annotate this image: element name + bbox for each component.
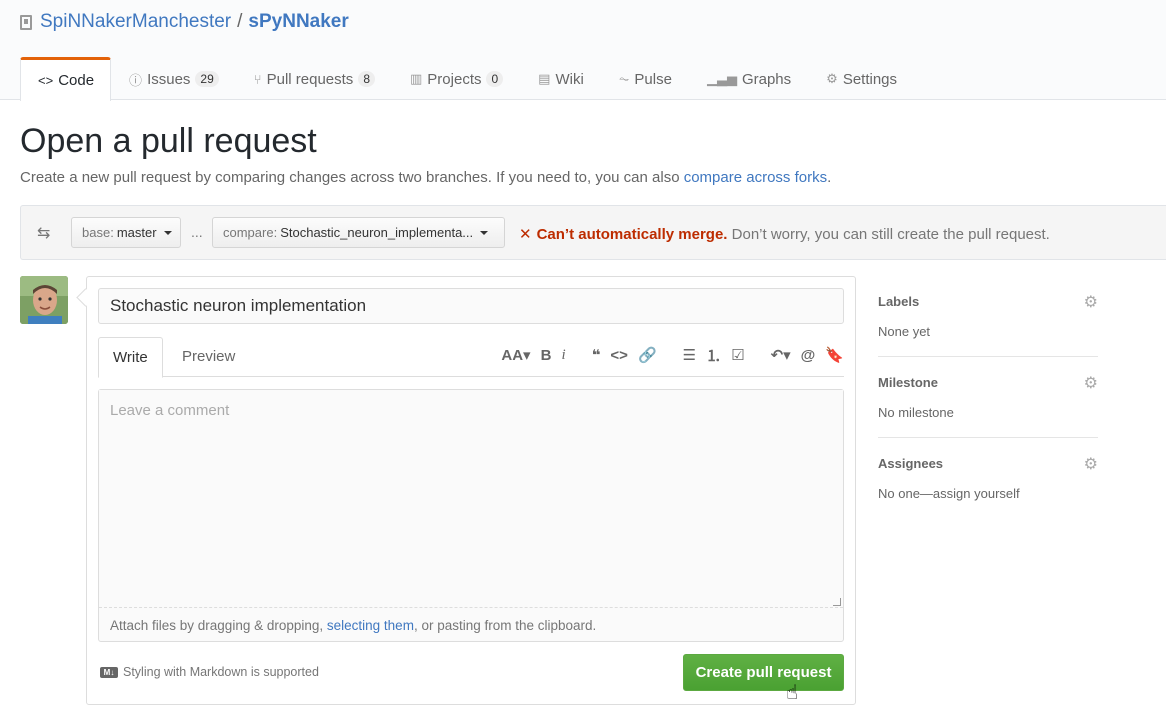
gear-icon: ⚙ [826,71,838,86]
text-size-icon[interactable]: AA▾ [501,346,530,364]
reply-icon[interactable]: ↶▾ [771,346,791,364]
description-text: Create a new pull request by comparing c… [20,169,684,186]
tab-settings[interactable]: ⚙ Settings [808,57,914,100]
page-title: Open a pull request [20,122,317,160]
tab-label: Pull requests [266,70,354,88]
tab-label: Wiki [555,70,584,88]
project-icon: ▥ [410,71,423,86]
pull-requests-counter: 8 [358,71,375,87]
tab-preview[interactable]: Preview [168,337,249,378]
branch-range-editor: ⇆ base: master ... compare: Stochastic_n… [20,205,1166,260]
milestone-heading: Milestone [878,375,938,390]
base-branch-label: base: [82,225,114,240]
avatar-image [20,276,68,324]
tab-label: Issues [147,70,191,88]
gear-icon[interactable]: ⚙ [1084,292,1098,312]
milestone-value: No milestone [878,405,954,420]
markdown-icon: M↓ [100,666,118,678]
create-pull-request-button[interactable]: Create pull request [683,654,844,691]
hand-pointer-icon: ☝ [786,682,799,704]
tab-label: Settings [842,70,898,88]
compare-across-forks-link[interactable]: compare across forks [684,169,827,186]
merge-status: ✕ Can’t automatically merge. Don’t worry,… [519,225,1050,243]
tab-label: Code [58,72,95,89]
description-end: . [827,169,832,186]
repo-name-link[interactable]: sPyNNaker [248,11,348,33]
range-ellipsis: ... [191,224,203,240]
repo-header: SpiNNakerManchester / sPyNNaker <> Code … [0,0,1166,101]
merge-error-text: Can’t automatically merge. [536,226,728,243]
markdown-toolbar: AA▾ B i ❝ <> 🔗 ☰ ⒈ ☑ ↶▾ @ 🔖 [491,344,844,366]
tab-wiki[interactable]: ▤ Wiki [520,57,601,100]
unordered-list-icon[interactable]: ☰ [683,346,696,364]
merge-status-detail: Don’t worry, you can still create the pu… [727,226,1050,243]
tab-code[interactable]: <> Code [20,57,112,101]
pull-request-icon: ⑂ [253,71,262,87]
sidebar-assignees: Assignees ⚙ No one—assign yourself [878,438,1098,519]
tab-issues[interactable]: ⓘ Issues 29 [111,57,236,100]
issue-icon: ⓘ [129,72,143,88]
link-icon[interactable]: 🔗 [638,346,657,364]
tab-label: Projects [427,70,482,88]
attach-files-hint: Attach files by dragging & dropping, sel… [110,618,596,633]
pulse-icon: ⏦ [618,71,630,86]
tab-pull-requests[interactable]: ⑂ Pull requests 8 [236,57,392,100]
code-icon[interactable]: <> [610,347,628,364]
book-icon: ▤ [538,71,551,86]
tab-graphs[interactable]: ▁▃▅ Graphs [689,57,808,100]
repo-owner-link[interactable]: SpiNNakerManchester [40,11,231,33]
assignees-value[interactable]: No one—assign yourself [878,486,1020,501]
base-branch-select[interactable]: base: master [71,217,181,248]
tab-projects[interactable]: ▥ Projects 0 [392,57,520,100]
projects-counter: 0 [486,71,504,87]
resize-handle[interactable] [833,598,841,606]
x-icon: ✕ [519,226,532,243]
gear-icon[interactable]: ⚙ [1084,373,1098,393]
repo-nav: <> Code ⓘ Issues 29 ⑂ Pull requests 8 ▥ … [20,57,914,101]
italic-icon[interactable]: i [561,347,565,364]
sidebar-labels: Labels ⚙ None yet [878,276,1098,357]
select-files-link[interactable]: selecting them [327,618,414,633]
code-icon: <> [38,73,54,88]
chevron-down-icon [480,230,489,235]
bookmark-icon[interactable]: 🔖 [825,346,844,364]
repo-separator: / [237,11,243,32]
compare-branch-select[interactable]: compare: Stochastic_neuron_implementa... [212,217,505,248]
repo-icon [20,14,32,30]
compare-branch-value: Stochastic_neuron_implementa... [280,225,474,240]
assignees-heading: Assignees [878,456,944,471]
bold-icon[interactable]: B [541,347,552,364]
page-description: Create a new pull request by comparing c… [20,169,831,186]
pull-request-form: Write Preview AA▾ B i ❝ <> 🔗 ☰ ⒈ ☑ ↶▾ @ … [86,276,856,705]
avatar[interactable] [20,276,68,324]
attach-text-end: , or pasting from the clipboard. [413,618,597,633]
repo-title: SpiNNakerManchester / sPyNNaker [20,11,349,33]
graph-icon: ▁▃▅ [706,71,737,86]
base-branch-value: master [116,225,157,240]
labels-heading: Labels [878,294,920,309]
tab-write[interactable]: Write [98,337,163,378]
sidebar-milestone: Milestone ⚙ No milestone [878,357,1098,438]
ordered-list-icon[interactable]: ⒈ [706,345,721,366]
tab-label: Pulse [634,70,672,88]
comment-tabs: Write Preview AA▾ B i ❝ <> 🔗 ☰ ⒈ ☑ ↶▾ @ … [98,337,844,378]
markdown-note-text: Styling with Markdown is supported [123,665,319,679]
quote-icon[interactable]: ❝ [592,346,601,364]
tab-pulse[interactable]: ⏦ Pulse [601,57,689,100]
mention-icon[interactable]: @ [801,347,816,364]
gear-icon[interactable]: ⚙ [1084,454,1098,474]
issues-counter: 29 [195,71,219,87]
labels-value: None yet [878,324,931,339]
task-list-icon[interactable]: ☑ [731,346,744,364]
comment-textarea[interactable] [99,390,843,608]
comment-field-container: Attach files by dragging & dropping, sel… [98,389,844,642]
git-compare-icon: ⇆ [37,225,51,242]
markdown-note[interactable]: M↓ Styling with Markdown is supported [100,665,319,679]
chevron-down-icon [163,230,172,235]
title-input[interactable] [98,288,844,324]
compare-branch-label: compare: [223,225,278,240]
tab-label: Graphs [741,70,792,88]
sidebar: Labels ⚙ None yet Milestone ⚙ No milesto… [878,276,1098,519]
attach-text: Attach files by dragging & dropping, [110,618,327,633]
